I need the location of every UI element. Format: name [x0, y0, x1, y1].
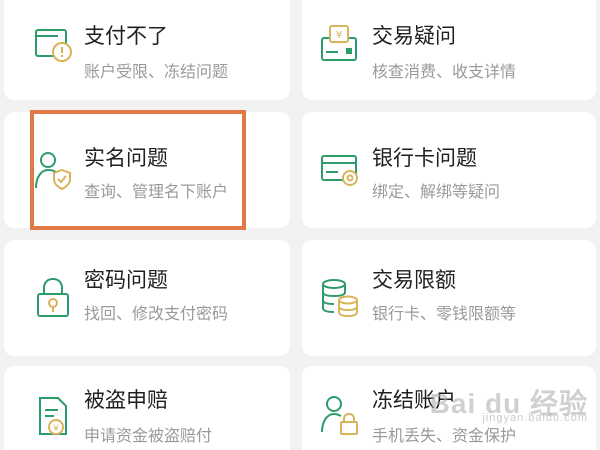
- topic-subtitle: 查询、管理名下账户: [84, 182, 229, 201]
- topic-subtitle: 核查消费、收支详情: [372, 62, 517, 81]
- topic-subtitle: 账户受限、冻结问题: [84, 62, 229, 81]
- help-topics-grid: 支付不了 账户受限、冻结问题 ¥ 交易疑问 核查消费、收支详情 实名问题 查询、…: [0, 0, 600, 450]
- topic-card-real-name[interactable]: 实名问题 查询、管理名下账户: [4, 112, 290, 228]
- coin-stack-icon: [322, 279, 358, 318]
- topic-card-transaction-limit[interactable]: 交易限额 银行卡、零钱限额等: [302, 240, 596, 356]
- topic-subtitle: 银行卡、零钱限额等: [372, 304, 517, 323]
- topic-card-cannot-pay[interactable]: 支付不了 账户受限、冻结问题: [4, 0, 290, 100]
- topic-title: 实名问题: [84, 146, 168, 170]
- wallet-alert-icon: [35, 29, 72, 62]
- topic-subtitle: 申请资金被盗赔付: [84, 426, 213, 445]
- topic-title: 银行卡问题: [372, 146, 477, 170]
- topic-title: 交易疑问: [372, 24, 456, 48]
- topic-card-bank-card[interactable]: 银行卡问题 绑定、解绑等疑问: [302, 112, 596, 228]
- transaction-question-icon: ¥: [321, 25, 357, 61]
- topic-title: 支付不了: [84, 24, 168, 48]
- bank-card-gear-icon: [321, 155, 358, 186]
- topic-card-theft-claim[interactable]: ¥ 被盗申赔 申请资金被盗赔付: [4, 366, 290, 450]
- topic-subtitle: 手机丢失、资金保护: [372, 426, 517, 445]
- topic-card-transaction-question[interactable]: ¥ 交易疑问 核查消费、收支详情: [302, 0, 596, 100]
- watermark: Bai du 经验 jingyan.baidu.com: [430, 382, 588, 424]
- topic-subtitle: 绑定、解绑等疑问: [372, 182, 501, 201]
- topic-title: 被盗申赔: [84, 388, 168, 412]
- topic-subtitle: 找回、修改支付密码: [84, 304, 229, 323]
- watermark-url: jingyan.baidu.com: [482, 412, 588, 424]
- lock-key-icon: [37, 277, 69, 317]
- claim-document-icon: ¥: [39, 397, 67, 435]
- svg-text:¥: ¥: [336, 30, 342, 41]
- svg-text:¥: ¥: [53, 424, 59, 434]
- topic-title: 密码问题: [84, 268, 168, 292]
- topic-card-password[interactable]: 密码问题 找回、修改支付密码: [4, 240, 290, 356]
- topic-title: 交易限额: [372, 268, 456, 292]
- user-lock-icon: [321, 396, 358, 435]
- user-shield-icon: [35, 152, 71, 191]
